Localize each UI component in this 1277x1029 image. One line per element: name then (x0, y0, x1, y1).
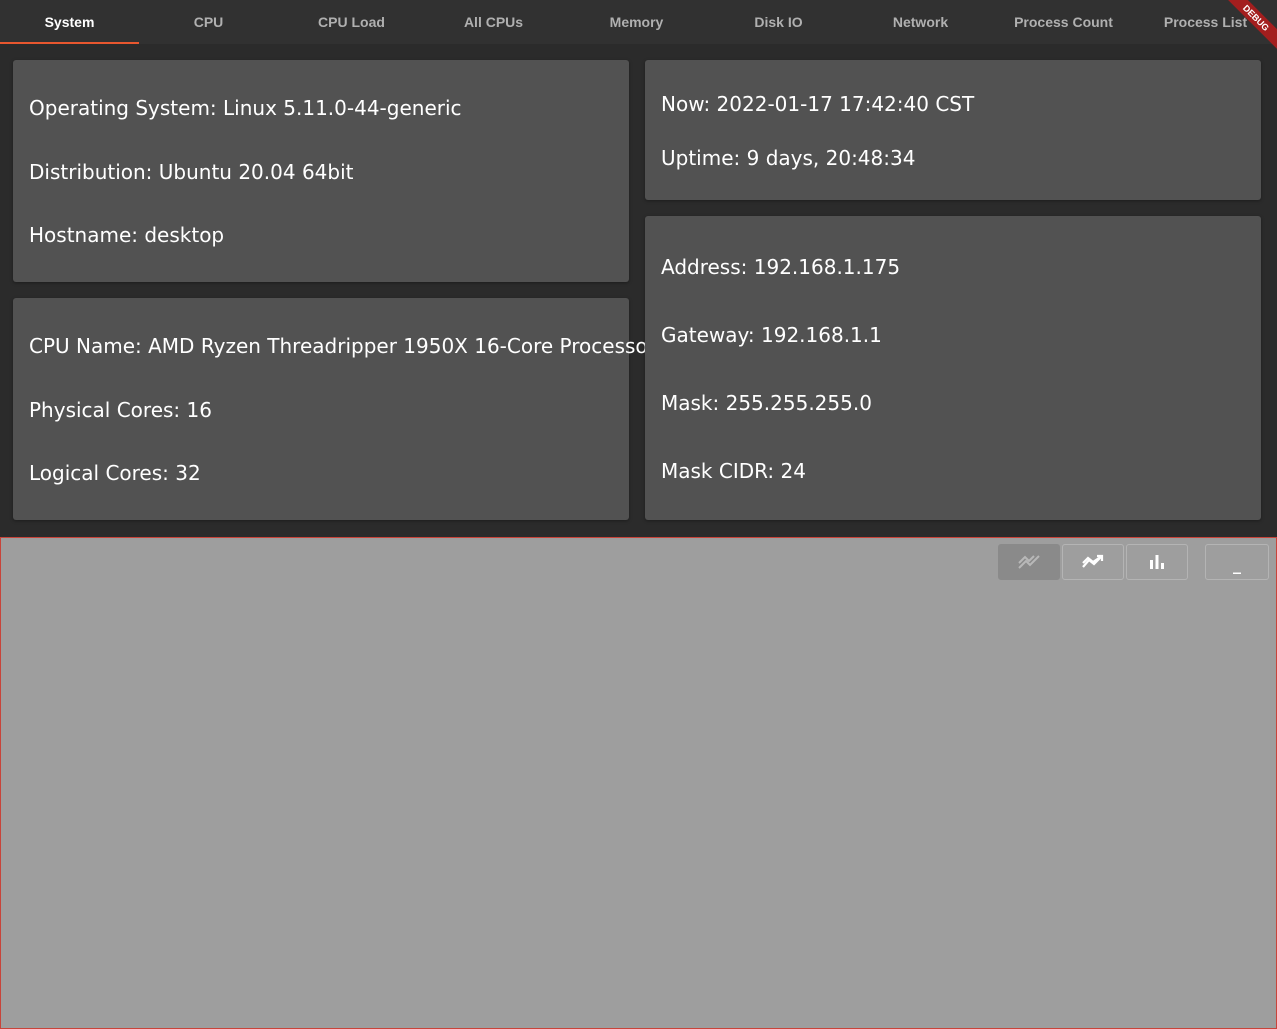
trend-chart-icon (1082, 554, 1104, 568)
tab-disk-io[interactable]: Disk IO (709, 0, 848, 44)
tab-memory[interactable]: Memory (567, 0, 706, 44)
uptime-text: Uptime: 9 days, 20:48:34 (661, 146, 916, 170)
cpu-name-text: CPU Name: AMD Ryzen Threadripper 1950X 1… (29, 334, 648, 358)
minimize-button[interactable]: _ (1205, 544, 1269, 580)
tab-network[interactable]: Network (851, 0, 990, 44)
logical-cores-text: Logical Cores: 32 (29, 461, 201, 485)
chart-panel: _ (0, 537, 1277, 1029)
tab-all-cpus[interactable]: All CPUs (424, 0, 563, 44)
operating-system-text: Operating System: Linux 5.11.0-44-generi… (29, 96, 462, 120)
now-text: Now: 2022-01-17 17:42:40 CST (661, 92, 975, 116)
mask-cidr-text: Mask CIDR: 24 (661, 459, 806, 483)
address-text: Address: 192.168.1.175 (661, 255, 901, 279)
tab-cpu-load[interactable]: CPU Load (282, 0, 421, 44)
bar-chart-icon (1150, 555, 1164, 569)
mask-text: Mask: 255.255.255.0 (661, 391, 872, 415)
bar-chart-button[interactable] (1126, 544, 1188, 580)
hostname-text: Hostname: desktop (29, 223, 225, 247)
tab-process-list[interactable]: Process List (1136, 0, 1275, 44)
line-chart-icon (1018, 555, 1040, 569)
tab-system[interactable]: System (0, 0, 139, 44)
minimize-label: _ (1233, 554, 1241, 574)
tab-bar: System CPU CPU Load All CPUs Memory Disk… (0, 0, 1277, 44)
active-tab-indicator (0, 42, 139, 44)
line-chart-button[interactable] (998, 544, 1060, 580)
time-info-card: Now: 2022-01-17 17:42:40 CST Uptime: 9 d… (645, 60, 1261, 200)
network-info-card: Address: 192.168.1.175 Gateway: 192.168.… (645, 216, 1261, 520)
physical-cores-text: Physical Cores: 16 (29, 398, 212, 422)
gateway-text: Gateway: 192.168.1.1 (661, 323, 882, 347)
distribution-text: Distribution: Ubuntu 20.04 64bit (29, 160, 354, 184)
cpu-info-card: CPU Name: AMD Ryzen Threadripper 1950X 1… (13, 298, 648, 520)
trend-chart-button[interactable] (1062, 544, 1124, 580)
tab-cpu[interactable]: CPU (139, 0, 278, 44)
tab-process-count[interactable]: Process Count (994, 0, 1133, 44)
os-info-card: Operating System: Linux 5.11.0-44-generi… (13, 60, 629, 282)
